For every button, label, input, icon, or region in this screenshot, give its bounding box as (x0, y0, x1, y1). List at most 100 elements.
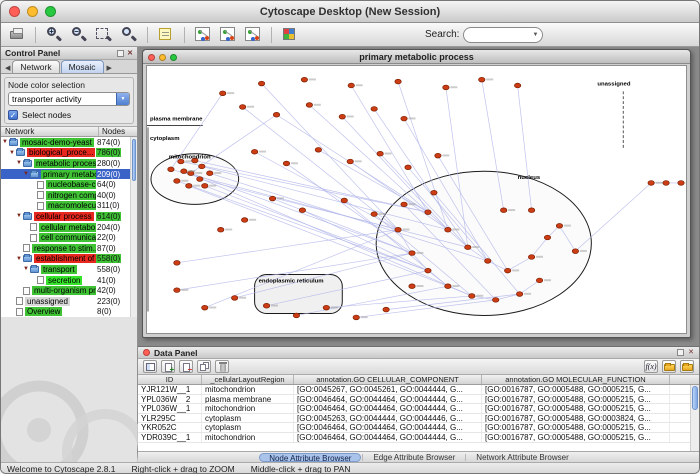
network-node[interactable] (469, 294, 475, 299)
network-node[interactable] (648, 181, 654, 186)
expander-icon[interactable] (22, 264, 30, 274)
network-edge[interactable] (243, 107, 398, 230)
network-node[interactable] (371, 107, 377, 112)
tree-scrollbar-thumb[interactable] (132, 139, 136, 181)
tree-row[interactable]: macromolecule...311(0) (1, 201, 137, 212)
close-panel-icon[interactable] (127, 50, 133, 57)
column-header[interactable]: _cellularLayoutRegion (202, 375, 294, 384)
table-row[interactable]: YJR121W__1mitochondrion[GO:0045267, GO:0… (138, 385, 699, 395)
data-panel-close-x-icon[interactable] (688, 349, 694, 356)
network-edge[interactable] (575, 183, 651, 251)
tab-scroll-right-icon[interactable] (105, 64, 114, 73)
tree-row[interactable]: nucleobase-co...64(0) (1, 179, 137, 190)
network-node[interactable] (425, 210, 431, 215)
new-attribute-icon[interactable] (161, 360, 175, 373)
network-node[interactable] (273, 112, 279, 117)
tab-scroll-left-icon[interactable] (3, 64, 12, 73)
network-node[interactable] (435, 153, 441, 158)
network-node[interactable] (528, 255, 534, 260)
network-node[interactable] (395, 227, 401, 232)
float-panel-icon[interactable] (117, 50, 124, 57)
tree-row[interactable]: mosaic-demo-yeast874(0) (1, 137, 137, 148)
tab-network[interactable]: Network (12, 60, 59, 73)
network-node[interactable] (258, 81, 264, 86)
frame-maximize-button[interactable] (170, 54, 177, 61)
network-node[interactable] (445, 284, 451, 289)
expander-icon[interactable] (1, 137, 9, 147)
network-node[interactable] (678, 181, 684, 186)
table-row[interactable]: YPL036W__1mitochondrion[GO:0046464, GO:0… (138, 404, 699, 414)
tree-row[interactable]: cellular process614(0) (1, 211, 137, 222)
network-edge[interactable] (351, 85, 428, 212)
network-frame-titlebar[interactable]: primary metabolic process (143, 50, 690, 64)
tab-network-attribute-browser[interactable]: Network Attribute Browser (467, 453, 577, 462)
network-node[interactable] (409, 284, 415, 289)
search-dropdown-icon[interactable] (533, 32, 539, 38)
delete-attribute-icon[interactable] (179, 360, 193, 373)
network-node[interactable] (479, 77, 485, 82)
vizmapper-icon[interactable] (280, 25, 300, 44)
network-node[interactable] (663, 181, 669, 186)
node-color-dropdown[interactable]: transporter activity (8, 92, 130, 106)
network-node[interactable] (500, 208, 506, 213)
tree-row[interactable]: metabolic process280(0) (1, 158, 137, 169)
network-node[interactable] (207, 171, 213, 176)
network-node[interactable] (174, 261, 180, 266)
network-node[interactable] (220, 91, 226, 96)
network-node[interactable] (536, 278, 542, 283)
network-node[interactable] (186, 184, 192, 189)
tree-row[interactable]: nitrogen compo...40(0) (1, 190, 137, 201)
network-node[interactable] (556, 223, 562, 228)
data-panel-close-icon[interactable] (143, 349, 150, 356)
tree-row[interactable]: establishment of lo...558(0) (1, 254, 137, 265)
network-node[interactable] (514, 83, 520, 88)
network-node[interactable] (306, 103, 312, 108)
annotation-icon[interactable] (156, 25, 176, 44)
expander-icon[interactable] (15, 211, 23, 221)
table-row[interactable]: YPL036W__2plasma membrane[GO:0046464, GO… (138, 395, 699, 405)
expander-icon[interactable] (22, 169, 30, 179)
tree-header-nodes[interactable]: Nodes (99, 127, 137, 136)
network-node[interactable] (377, 151, 383, 156)
network-node[interactable] (353, 315, 359, 320)
select-attributes-icon[interactable] (143, 360, 157, 373)
table-scrollbar-thumb[interactable] (692, 386, 698, 410)
network-node[interactable] (239, 105, 245, 110)
frame-close-button[interactable] (148, 54, 155, 61)
zoom-out-icon[interactable] (69, 25, 89, 44)
network-node[interactable] (348, 83, 354, 88)
network-node[interactable] (199, 164, 205, 169)
network-edge[interactable] (255, 152, 398, 230)
network-node[interactable] (269, 196, 275, 201)
network-node[interactable] (409, 251, 415, 256)
network-node[interactable] (168, 167, 174, 172)
network-canvas[interactable]: mitochondrionnucleusendoplasmic reticulu… (146, 65, 687, 334)
network-node[interactable] (251, 149, 257, 154)
network-node[interactable] (493, 298, 499, 303)
close-window-button[interactable] (9, 6, 20, 17)
expander-icon[interactable] (8, 148, 16, 158)
tree-row[interactable]: cellular metabo...204(0) (1, 222, 137, 233)
printer-icon[interactable] (7, 25, 27, 44)
tree-row[interactable]: Overview8(0) (1, 307, 137, 318)
network-node[interactable] (401, 202, 407, 207)
network-node[interactable] (395, 79, 401, 84)
network-node[interactable] (231, 296, 237, 301)
zoom-fit-icon[interactable] (119, 25, 139, 44)
tree-row[interactable]: secretion41(0) (1, 275, 137, 286)
network-overview-icon[interactable] (218, 25, 238, 44)
network-edge[interactable] (177, 230, 398, 263)
network-node[interactable] (299, 208, 305, 213)
table-row[interactable]: YLR295Ccytoplasm[GO:0045263, GO:0044444,… (138, 414, 699, 424)
network-node[interactable] (283, 161, 289, 166)
network-node[interactable] (516, 292, 522, 297)
column-header[interactable]: annotation.GO CELLULAR_COMPONENT (294, 375, 482, 384)
tree-row[interactable]: primary metabo...209(0) (1, 169, 137, 180)
network-node[interactable] (218, 227, 224, 232)
network-node[interactable] (174, 179, 180, 184)
column-header[interactable]: ID (138, 375, 202, 384)
network-node[interactable] (202, 305, 208, 310)
copy-attribute-icon[interactable] (197, 360, 211, 373)
import-attributes-folder-icon[interactable] (662, 360, 676, 373)
network-node[interactable] (572, 249, 578, 254)
